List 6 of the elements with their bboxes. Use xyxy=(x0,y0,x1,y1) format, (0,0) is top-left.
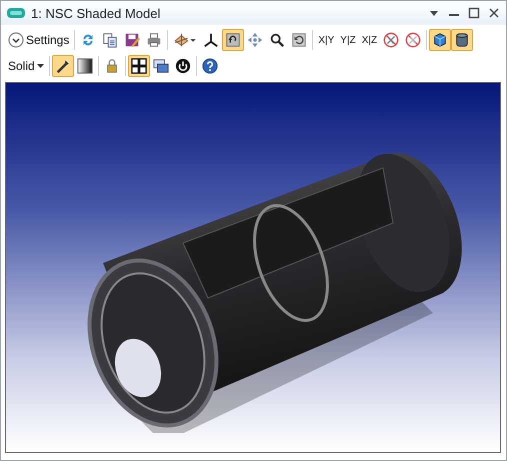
settings-dropdown[interactable]: Settings xyxy=(5,28,72,52)
view-plane-button[interactable]: Y|Z xyxy=(337,28,359,52)
window-title: 1: NSC Shaded Model xyxy=(31,6,162,20)
render-mode-dropdown[interactable]: Solid xyxy=(5,54,47,78)
view-plane-button[interactable]: X|Y xyxy=(315,28,338,52)
view-plane-button[interactable]: X|Z xyxy=(358,28,380,52)
